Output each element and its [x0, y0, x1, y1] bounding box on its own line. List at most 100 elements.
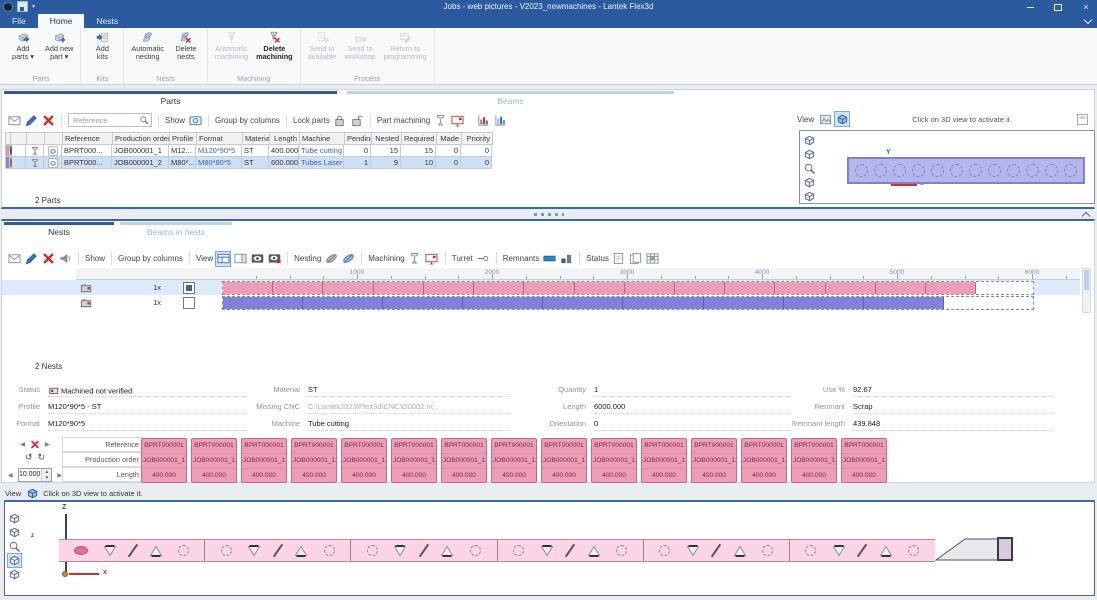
- close-button[interactable]: ×: [1079, 0, 1093, 14]
- column-header-required[interactable]: Required: [402, 133, 437, 145]
- spinner-down-icon[interactable]: ▼: [42, 475, 51, 481]
- cube-icon[interactable]: [8, 568, 21, 581]
- cube-icon[interactable]: [803, 176, 816, 189]
- tab-nests[interactable]: Nests: [4, 222, 114, 242]
- x-red-icon[interactable]: [41, 252, 55, 266]
- nest-part-card[interactable]: BPRT000001JOB000001_1400.000: [691, 438, 737, 483]
- goblet-icon[interactable]: [408, 252, 422, 266]
- image-ico-icon[interactable]: [818, 112, 832, 126]
- step-value[interactable]: 10.000: [19, 469, 42, 481]
- column-header-reference[interactable]: Reference: [63, 133, 113, 145]
- pencil-icon[interactable]: [24, 252, 38, 266]
- rotate-ccw-icon[interactable]: ↺: [25, 453, 33, 462]
- column-header-icon[interactable]: [45, 133, 63, 145]
- nest-part-card[interactable]: BPRT000001JOB000001_1400.000: [791, 438, 837, 483]
- tab-parts[interactable]: Parts: [4, 91, 337, 111]
- xred-icon[interactable]: [41, 113, 55, 127]
- mail-icon[interactable]: [7, 113, 21, 127]
- rotate-cw-icon[interactable]: ↻: [38, 453, 46, 462]
- strip-next-icon[interactable]: ▶: [45, 441, 50, 448]
- reference-search-input[interactable]: Reference: [68, 113, 152, 127]
- column-header-made[interactable]: Made: [437, 133, 462, 145]
- turret-icon[interactable]: [476, 252, 490, 266]
- view-panel-icon[interactable]: [233, 252, 247, 266]
- status-doc-icon[interactable]: [612, 252, 626, 266]
- cube-blue-icon[interactable]: [25, 486, 39, 500]
- nest-part-card[interactable]: BPRT000001JOB000001_1400.000: [741, 438, 787, 483]
- column-header-nested[interactable]: Nested: [372, 133, 402, 145]
- show-button[interactable]: Show: [85, 254, 105, 263]
- ribbon-collapse-icon[interactable]: [1085, 16, 1091, 25]
- goblet-icon[interactable]: [433, 113, 447, 127]
- column-header-pending[interactable]: Pending: [345, 133, 372, 145]
- feather-icon[interactable]: [324, 252, 338, 266]
- magnifier-icon[interactable]: [803, 162, 816, 175]
- monitor-red-icon[interactable]: [450, 113, 464, 127]
- nest-row[interactable]: 1x: [2, 295, 1080, 310]
- ribbon-tab-nests[interactable]: Nests: [84, 14, 130, 28]
- group-by-columns-button[interactable]: Group by columns: [215, 116, 280, 125]
- nest-row[interactable]: 1x: [2, 280, 1080, 295]
- nest-part-card[interactable]: BPRT000001JOB000001_1400.000: [241, 438, 287, 483]
- table-row[interactable]: BPRT000...JOB000001_2M80*...M80*80*5ST60…: [6, 157, 493, 169]
- remnant-dark-icon[interactable]: [559, 252, 573, 266]
- ribbon-button-automatic-nesting[interactable]: Automaticnesting: [127, 29, 167, 74]
- nest-part-card[interactable]: BPRT000001JOB000001_1400.000: [841, 438, 887, 483]
- nest-part-card[interactable]: BPRT000001JOB000001_1400.000: [591, 438, 637, 483]
- ribbon-button-delete-nests[interactable]: Deletenests: [168, 29, 204, 74]
- cube-icon[interactable]: [803, 148, 816, 161]
- nest-part-card[interactable]: BPRT000001JOB000001_1400.000: [441, 438, 487, 483]
- column-header-icon[interactable]: [11, 133, 27, 145]
- ribbon-button-add-new-part[interactable]: Add newpart ▾: [41, 29, 77, 74]
- column-header-format[interactable]: Format: [197, 133, 243, 145]
- column-header-icon[interactable]: [27, 133, 45, 145]
- feather-blue-icon[interactable]: [341, 252, 355, 266]
- ribbon-button-add-parts[interactable]: Addparts ▾: [5, 29, 41, 74]
- nest-part-card[interactable]: BPRT000001JOB000001_1400.000: [641, 438, 687, 483]
- cube-icon[interactable]: [803, 190, 816, 203]
- cube-sel-icon[interactable]: [8, 554, 21, 567]
- step-spinner[interactable]: 10.000 ▲▼: [18, 468, 53, 482]
- strip-delete-icon[interactable]: [30, 439, 40, 449]
- column-header-machine[interactable]: Machine: [300, 133, 345, 145]
- nest-part-card[interactable]: BPRT000001JOB000001_1400.000: [541, 438, 587, 483]
- monitor-red-icon[interactable]: [425, 252, 439, 266]
- expand-view-icon[interactable]: [1075, 112, 1089, 126]
- nest-checkbox[interactable]: [183, 297, 195, 309]
- speaker-icon[interactable]: [58, 252, 72, 266]
- chart-icon[interactable]: [493, 113, 507, 127]
- chart-add-icon[interactable]: [476, 113, 490, 127]
- column-header-length[interactable]: Length: [270, 133, 300, 145]
- column-header-profile[interactable]: Profile: [170, 133, 197, 145]
- nest-list-scrollbar[interactable]: [1082, 268, 1091, 313]
- magnifier-icon[interactable]: [8, 540, 21, 553]
- nest-part-card[interactable]: BPRT000001JOB000001_1400.000: [491, 438, 537, 483]
- cube-icon[interactable]: [8, 512, 21, 525]
- column-header-material[interactable]: Material: [243, 133, 270, 145]
- remnant-blue-icon[interactable]: [542, 252, 556, 266]
- cube-icon[interactable]: [8, 526, 21, 539]
- step-left-icon[interactable]: ◀: [8, 472, 13, 479]
- strip-prev-icon[interactable]: ◀: [20, 441, 25, 448]
- ribbon-button-add-kits[interactable]: Addkits: [84, 29, 120, 74]
- eye-dark2-icon[interactable]: [267, 252, 281, 266]
- ribbon-tab-home[interactable]: Home: [38, 14, 85, 28]
- tab-beams-in-nests[interactable]: Beams in nests: [120, 222, 232, 242]
- view-table-sel-icon[interactable]: [216, 252, 230, 266]
- nest-checkbox[interactable]: [183, 282, 195, 294]
- table-row[interactable]: BPRT000...JOB000001_1M12...M120*90*5ST40…: [6, 145, 493, 157]
- nest-part-card[interactable]: BPRT000001JOB000001_1400.000: [191, 438, 237, 483]
- status-copy-icon[interactable]: [629, 252, 643, 266]
- column-header-production-order[interactable]: Production order: [113, 133, 170, 145]
- cube-blue-sel-icon[interactable]: [835, 112, 849, 126]
- nest-part-card[interactable]: BPRT000001JOB000001_1400.000: [341, 438, 387, 483]
- lock-icon[interactable]: [333, 113, 347, 127]
- column-header-priority[interactable]: Priority: [462, 133, 493, 145]
- unlock-icon[interactable]: [350, 113, 364, 127]
- parts-3d-view[interactable]: Y Z x: [799, 130, 1095, 204]
- eye-dark-icon[interactable]: [250, 252, 264, 266]
- nest-3d-view[interactable]: Z z x: [4, 500, 1095, 596]
- cube-icon[interactable]: [803, 134, 816, 147]
- splitter-grip-icon[interactable]: [534, 213, 564, 216]
- maximize-button[interactable]: [1051, 0, 1065, 14]
